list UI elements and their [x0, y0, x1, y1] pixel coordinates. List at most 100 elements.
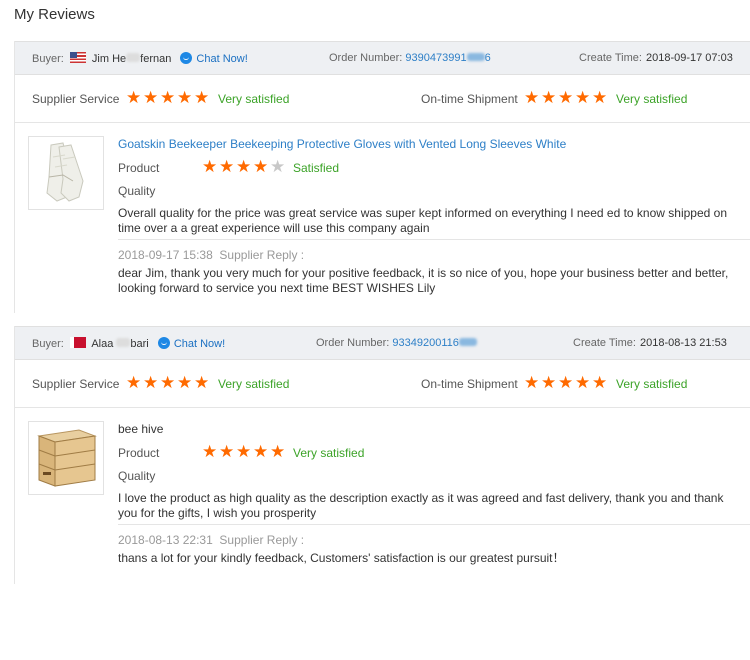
- star-filled-icon: ★: [236, 157, 252, 176]
- star-filled-icon: ★: [202, 157, 218, 176]
- shipment-stars: ★ ★ ★ ★ ★: [524, 373, 608, 392]
- review-body: Goatskin Beekeeper Beekeeping Protective…: [15, 123, 750, 311]
- star-filled-icon: ★: [194, 88, 210, 107]
- star-filled-icon: ★: [575, 88, 591, 107]
- order-number: 93349200116: [392, 337, 459, 349]
- shipment-label: On-time Shipment: [421, 92, 518, 106]
- page-title: My Reviews: [14, 6, 95, 23]
- star-filled-icon: ★: [558, 373, 574, 392]
- shipment-text: Very satisfied: [616, 377, 688, 391]
- create-time-info: Create Time: 2018-09-17 07:03: [579, 52, 733, 64]
- buyer-label: Buyer:: [32, 338, 64, 350]
- product-rating-text: Very satisfied: [293, 446, 365, 460]
- order-number-tail: 6: [484, 52, 491, 64]
- redacted-mark: [458, 338, 477, 346]
- quality-label: Quality: [118, 184, 156, 198]
- star-filled-icon: ★: [592, 88, 608, 107]
- create-time: 2018-09-17 07:03: [645, 52, 733, 64]
- star-filled-icon: ★: [126, 373, 142, 392]
- star-filled-icon: ★: [524, 373, 540, 392]
- supplier-service-stars: ★ ★ ★ ★ ★: [126, 88, 210, 107]
- chat-icon[interactable]: [157, 337, 170, 349]
- supplier-service-text: Very satisfied: [218, 377, 290, 391]
- review-card: Buyer: Jim He fernan Chat Now! Order Numb…: [14, 41, 750, 313]
- create-time-info: Create Time: 2018-08-13 21:53: [573, 337, 727, 349]
- reply-label: Supplier Reply :: [219, 533, 305, 547]
- buyer-name: Jim He: [91, 53, 127, 65]
- buyer-name-tail: bari: [130, 338, 149, 350]
- star-filled-icon: ★: [143, 88, 159, 107]
- create-time: 2018-08-13 21:53: [639, 337, 727, 349]
- review-header: Buyer: Alaa bari Chat Now! Order Number:…: [15, 326, 750, 360]
- shipment-text: Very satisfied: [616, 92, 688, 106]
- redacted-mark: [116, 338, 131, 347]
- create-time-label: Create Time:: [579, 52, 642, 64]
- buyer-label: Buyer:: [32, 53, 64, 65]
- product-label: Product: [118, 446, 160, 460]
- order-info: Order Number: 93349200116: [316, 337, 477, 349]
- order-label: Order Number:: [329, 52, 403, 64]
- supplier-reply: dear Jim, thank you very much for your p…: [118, 266, 729, 295]
- chat-now-link[interactable]: Chat Now!: [174, 338, 225, 350]
- reply-meta: 2018-08-13 22:31 Supplier Reply :: [118, 533, 304, 547]
- buyer-info: Buyer: Alaa bari Chat Now!: [32, 337, 225, 350]
- review-comment: I love the product as high quality as th…: [118, 491, 724, 520]
- product-label: Product: [118, 161, 160, 175]
- star-filled-icon: ★: [592, 373, 608, 392]
- star-filled-icon: ★: [558, 88, 574, 107]
- order-number-link[interactable]: 93349200116: [392, 337, 477, 349]
- buyer-name: Alaa: [91, 338, 114, 350]
- beehive-image: [37, 429, 97, 487]
- redacted-mark: [126, 53, 141, 62]
- product-thumbnail[interactable]: [28, 136, 104, 210]
- star-filled-icon: ★: [143, 373, 159, 392]
- reply-meta: 2018-09-17 15:38 Supplier Reply :: [118, 248, 304, 262]
- star-filled-icon: ★: [177, 373, 193, 392]
- order-info: Order Number: 9390473991 6: [329, 52, 491, 64]
- star-filled-icon: ★: [541, 373, 557, 392]
- product-stars: ★ ★ ★ ★ ★: [202, 442, 286, 461]
- gloves-image: [46, 142, 84, 202]
- star-filled-icon: ★: [194, 373, 210, 392]
- star-filled-icon: ★: [160, 373, 176, 392]
- star-filled-icon: ★: [219, 442, 235, 461]
- star-filled-icon: ★: [177, 88, 193, 107]
- reply-time: 2018-09-17 15:38: [118, 248, 213, 262]
- star-filled-icon: ★: [541, 88, 557, 107]
- buyer-info: Buyer: Jim He fernan Chat Now!: [32, 52, 248, 65]
- review-body: bee hive Product ★ ★ ★ ★ ★ Very satisfied Qu…: [15, 408, 750, 582]
- chat-now-link[interactable]: Chat Now!: [196, 53, 247, 65]
- redacted-mark: [466, 53, 485, 61]
- bahrain-flag-icon: [69, 337, 86, 348]
- star-filled-icon: ★: [160, 88, 176, 107]
- star-filled-icon: ★: [270, 442, 286, 461]
- star-filled-icon: ★: [253, 442, 269, 461]
- quality-label: Quality: [118, 469, 156, 483]
- supplier-service-text: Very satisfied: [218, 92, 290, 106]
- product-thumbnail[interactable]: [28, 421, 104, 495]
- chat-icon[interactable]: [180, 52, 193, 64]
- supplier-service-label: Supplier Service: [32, 377, 120, 391]
- review-header: Buyer: Jim He fernan Chat Now! Order Numb…: [15, 41, 750, 75]
- star-filled-icon: ★: [126, 88, 142, 107]
- star-filled-icon: ★: [253, 157, 269, 176]
- product-title: bee hive: [118, 422, 164, 436]
- star-empty-icon: ★: [270, 157, 286, 176]
- product-title-link[interactable]: Goatskin Beekeeper Beekeeping Protective…: [118, 137, 566, 151]
- product-rating-text: Satisfied: [293, 161, 340, 175]
- order-number-link[interactable]: 9390473991 6: [405, 52, 490, 64]
- reply-time: 2018-08-13 22:31: [118, 533, 213, 547]
- us-flag-icon: [69, 52, 86, 63]
- star-filled-icon: ★: [202, 442, 218, 461]
- order-number: 9390473991: [405, 52, 467, 64]
- create-time-label: Create Time:: [573, 337, 636, 349]
- order-label: Order Number:: [316, 337, 390, 349]
- shipment-label: On-time Shipment: [421, 377, 518, 391]
- service-ratings: Supplier Service ★ ★ ★ ★ ★ Very satisfied On…: [15, 75, 750, 123]
- supplier-service-label: Supplier Service: [32, 92, 120, 106]
- product-stars: ★ ★ ★ ★ ★: [202, 157, 286, 176]
- supplier-service-stars: ★ ★ ★ ★ ★: [126, 373, 210, 392]
- star-filled-icon: ★: [524, 88, 540, 107]
- supplier-reply: thans a lot for your kindly feedback, Cu…: [118, 551, 565, 565]
- buyer-name-tail: fernan: [140, 53, 172, 65]
